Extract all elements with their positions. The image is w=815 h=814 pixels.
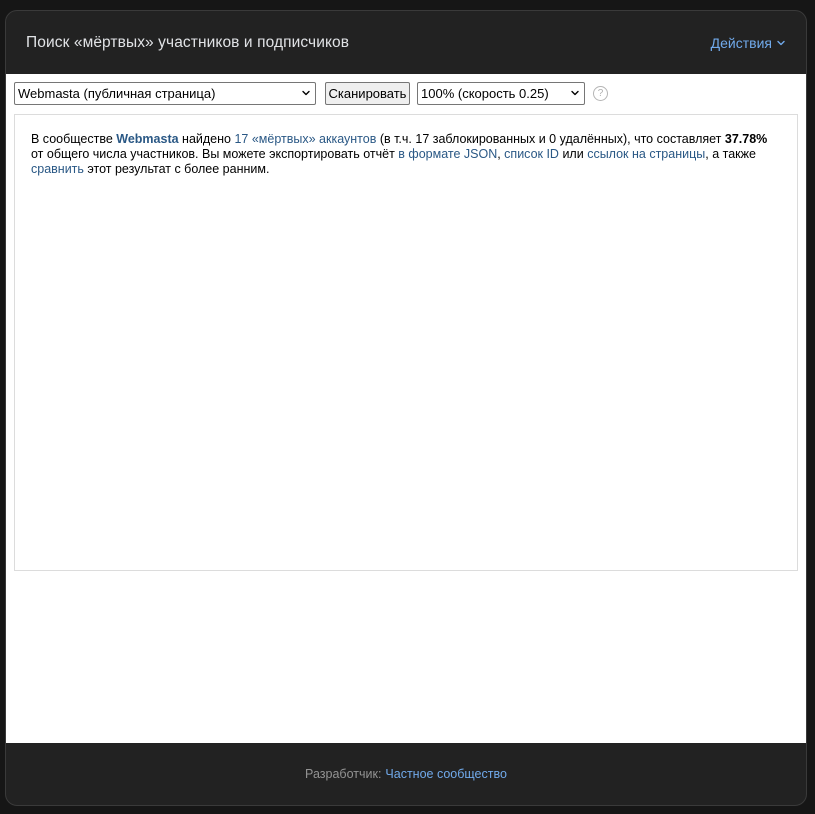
export-json-link[interactable]: в формате JSON xyxy=(398,147,497,161)
result-text-part: В сообществе xyxy=(31,132,117,146)
dead-percent: 37.78% xyxy=(724,132,768,146)
community-select[interactable]: Webmasta (публичная страница) xyxy=(14,82,316,105)
speed-select-value: 100% (скорость 0.25) xyxy=(421,86,549,101)
dead-accounts-link[interactable]: 17 «мёртвых» аккаунтов xyxy=(234,132,376,146)
result-text-part: (в т.ч. 17 заблокированных и 0 удалённых… xyxy=(376,132,725,146)
footer: Разработчик: Частное сообщество xyxy=(6,742,806,805)
result-text-part: этот результат с более ранним. xyxy=(83,162,270,176)
chevron-down-icon xyxy=(566,86,580,101)
chevron-down-icon xyxy=(776,38,786,48)
app-window: Поиск «мёртвых» участников и подписчиков… xyxy=(5,10,807,806)
result-text-part: , а также xyxy=(705,147,756,161)
result-text-part: от общего числа участников. Вы можете эк… xyxy=(31,147,399,161)
page-title: Поиск «мёртвых» участников и подписчиков xyxy=(26,33,350,51)
export-id-list-link[interactable]: список ID xyxy=(504,147,559,161)
footer-label: Разработчик: xyxy=(305,766,382,781)
result-text-part: найдено xyxy=(178,132,235,146)
help-icon[interactable]: ? xyxy=(593,86,608,101)
main-content: Webmasta (публичная страница) Сканироват… xyxy=(6,74,806,743)
result-text-part: или xyxy=(558,147,588,161)
result-panel: В сообществе Webmasta найдено 17 «мёртвы… xyxy=(14,114,798,571)
actions-menu-button[interactable]: Действия xyxy=(711,35,786,51)
scan-button[interactable]: Сканировать xyxy=(325,82,410,105)
export-page-links-link[interactable]: ссылок на страницы xyxy=(587,147,705,161)
header: Поиск «мёртвых» участников и подписчиков… xyxy=(6,11,806,74)
community-select-value: Webmasta (публичная страница) xyxy=(18,86,216,101)
community-link[interactable]: Webmasta xyxy=(116,132,178,146)
compare-link[interactable]: сравнить xyxy=(31,162,84,176)
toolbar: Webmasta (публичная страница) Сканироват… xyxy=(14,82,608,105)
result-text: В сообществе Webmasta найдено 17 «мёртвы… xyxy=(31,132,781,177)
actions-label: Действия xyxy=(710,34,772,51)
developer-link[interactable]: Частное сообщество xyxy=(385,767,507,781)
speed-select[interactable]: 100% (скорость 0.25) xyxy=(417,82,585,105)
chevron-down-icon xyxy=(297,86,311,101)
